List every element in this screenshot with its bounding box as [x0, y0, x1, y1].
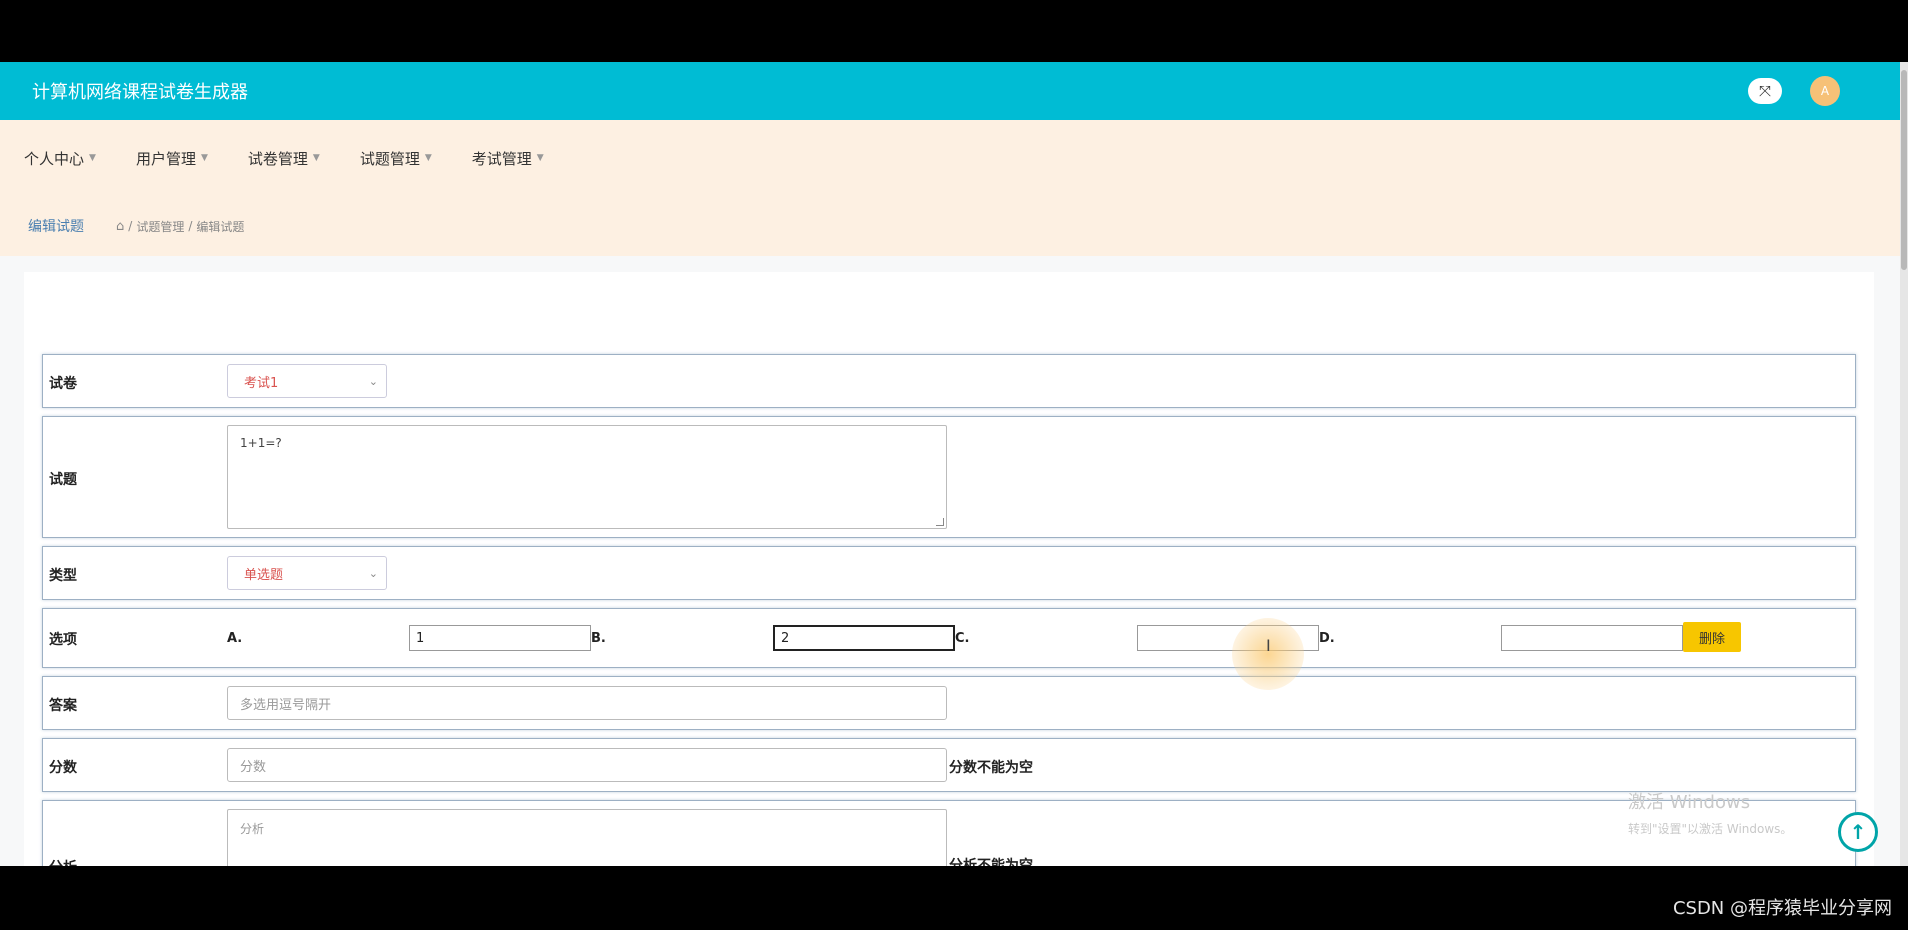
- menu-item-label: 试题管理: [359, 149, 420, 168]
- form-row-answer: 答案 多选用逗号隔开: [42, 676, 1856, 730]
- text-cursor-icon: I: [1266, 636, 1271, 655]
- watermark-line1: 激活 Windows: [1628, 792, 1751, 813]
- option-key-d: D.: [1319, 631, 1335, 646]
- breadcrumb-item-current: 编辑试题: [196, 219, 245, 234]
- page-title: 编辑试题: [28, 219, 84, 235]
- top-menu: 个人中心 ▼ 用户管理 ▼ 试卷管理 ▼ 试题管理 ▼ 考试管理 ▼: [0, 120, 1900, 196]
- arrow-up-circle-icon: ↑: [1849, 820, 1867, 844]
- textarea-value: 1+1=?: [240, 436, 282, 450]
- field-label: 试题: [49, 472, 77, 488]
- caret-down-icon: ▼: [536, 153, 544, 163]
- chevron-down-icon: ⌄: [368, 374, 378, 388]
- menu-item-exam-management[interactable]: 考试管理 ▼: [472, 148, 544, 169]
- menu-item-paper-management[interactable]: 试卷管理 ▼: [248, 148, 320, 169]
- analysis-error: 分析不能为空: [949, 858, 1033, 866]
- menu-item-user-management[interactable]: 用户管理 ▼: [136, 148, 208, 169]
- app-screen: 计算机网络课程试卷生成器 ⤧ A 个人中心 ▼ 用户管理 ▼ 试卷管理 ▼ 试题管理 ▼…: [0, 62, 1900, 866]
- breadcrumb-separator: /: [128, 219, 133, 233]
- form-row-paper: 试卷 考试1 ⌄: [42, 354, 1856, 408]
- breadcrumb-item[interactable]: 试题管理: [136, 218, 184, 235]
- caret-down-icon: ▼: [89, 153, 96, 163]
- expand-arrows-icon: ⤧: [1758, 82, 1771, 100]
- scrollbar-thumb[interactable]: [1901, 70, 1907, 270]
- form-panel: 试卷 考试1 ⌄ 试题 1+1=? 类型 单选题 ⌄ 选项 A. 1 B. 2 …: [24, 272, 1874, 866]
- field-label: 分数: [49, 760, 77, 776]
- avatar[interactable]: A: [1810, 76, 1840, 106]
- menu-item-question-management[interactable]: 试题管理 ▼: [360, 148, 432, 169]
- option-a-input[interactable]: 1: [409, 625, 591, 651]
- form-row-question: 试题 1+1=?: [42, 416, 1856, 538]
- top-header: 计算机网络课程试卷生成器 ⤧ A: [0, 62, 1900, 120]
- windows-activation-watermark: 激活 Windows 转到"设置"以激活 Windows。: [1628, 788, 1792, 837]
- field-label: 类型: [49, 568, 77, 584]
- form-row-analysis: 分析 分析 分析不能为空: [42, 800, 1856, 866]
- textarea-placeholder: 分析: [240, 822, 265, 836]
- option-d-input[interactable]: [1501, 625, 1683, 651]
- chevron-down-icon: ⌄: [368, 566, 378, 580]
- menu-item-label: 个人中心: [24, 149, 85, 168]
- delete-option-button[interactable]: 删除: [1683, 622, 1741, 652]
- option-key-a: A.: [227, 631, 243, 646]
- menu-item-label: 考试管理: [471, 149, 532, 168]
- back-to-top-button[interactable]: ↑: [1838, 812, 1878, 852]
- caret-down-icon: ▼: [312, 153, 320, 163]
- select-value: 单选题: [244, 567, 284, 583]
- app-title: 计算机网络课程试卷生成器: [32, 82, 248, 103]
- question-textarea[interactable]: 1+1=?: [227, 425, 947, 529]
- fullscreen-button[interactable]: ⤧: [1748, 78, 1782, 104]
- breadcrumb-separator: /: [188, 219, 193, 233]
- csdn-credit: CSDN @程序猿毕业分享网: [1672, 898, 1892, 919]
- score-input[interactable]: 分数: [227, 748, 947, 782]
- field-label: 试卷: [49, 376, 77, 392]
- menu-item-label: 试卷管理: [247, 149, 308, 168]
- caret-down-icon: ▼: [424, 153, 432, 163]
- select-value: 考试1: [244, 375, 279, 391]
- score-error: 分数不能为空: [949, 760, 1033, 776]
- menu-item-personal-center[interactable]: 个人中心 ▼: [24, 148, 96, 169]
- form-row-type: 类型 单选题 ⌄: [42, 546, 1856, 600]
- watermark-line2: 转到"设置"以激活 Windows。: [1628, 822, 1793, 836]
- type-select[interactable]: 单选题 ⌄: [227, 556, 387, 590]
- paper-select[interactable]: 考试1 ⌄: [227, 364, 387, 398]
- caret-down-icon: ▼: [200, 153, 208, 163]
- breadcrumb: 编辑试题 ⌂ / 试题管理 / 编辑试题: [0, 196, 1900, 256]
- home-icon[interactable]: ⌂: [116, 219, 124, 234]
- resize-handle-icon[interactable]: [936, 518, 944, 526]
- field-label: 选项: [49, 632, 77, 648]
- option-b-input[interactable]: 2: [773, 625, 955, 651]
- option-key-c: C.: [955, 631, 970, 646]
- option-key-b: B.: [591, 631, 606, 646]
- page-scrollbar[interactable]: [1900, 62, 1908, 866]
- answer-input[interactable]: 多选用逗号隔开: [227, 686, 947, 720]
- field-label: 分析: [49, 857, 77, 866]
- menu-item-label: 用户管理: [135, 149, 196, 168]
- form-row-options: 选项 A. 1 B. 2 C. D. 删除: [42, 608, 1856, 668]
- form-row-score: 分数 分数 分数不能为空: [42, 738, 1856, 792]
- analysis-textarea[interactable]: 分析: [227, 809, 947, 866]
- field-label: 答案: [49, 698, 77, 714]
